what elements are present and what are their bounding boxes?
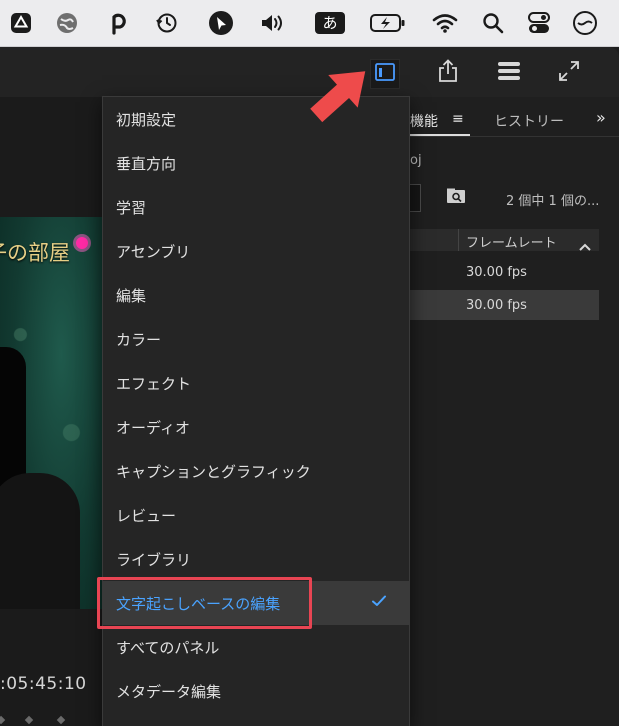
- item-count: 2 個中 1 個の...: [506, 194, 600, 209]
- menu-item-label: 学習: [116, 199, 147, 217]
- menu-item-color[interactable]: カラー: [103, 317, 409, 361]
- tab-menu-icon[interactable]: ≡: [452, 111, 464, 127]
- column-header-row: フレームレート: [408, 229, 599, 251]
- checkmark-icon: [371, 593, 387, 609]
- menu-item-label: キャプションとグラフィック: [116, 463, 311, 481]
- video-title-text: 子の部屋: [0, 241, 70, 265]
- playhead-timecode[interactable]: :05:45:10: [0, 674, 87, 694]
- program-monitor: 子の部屋 :05:45:10: [0, 97, 102, 726]
- menu-item-editing[interactable]: 編集: [103, 273, 409, 317]
- menu-item-label: メタデータ編集: [116, 683, 222, 701]
- menu-item-audio[interactable]: オーディオ: [103, 405, 409, 449]
- frame-rate-cell: 30.00 fps: [466, 298, 527, 313]
- menu-item-review[interactable]: レビュー: [103, 493, 409, 537]
- system-menu-bar: あ: [0, 0, 619, 47]
- panel-overflow-icon[interactable]: »: [596, 108, 606, 127]
- share-export-icon: [437, 59, 459, 87]
- find-icon[interactable]: [446, 188, 466, 208]
- menu-item-effects[interactable]: エフェクト: [103, 361, 409, 405]
- menu-item-label: エフェクト: [116, 375, 192, 393]
- tab-history[interactable]: ヒストリー: [494, 111, 564, 131]
- menu-item-label: 垂直方向: [116, 155, 177, 173]
- battery-charging-icon[interactable]: [370, 8, 406, 38]
- menu-item-assembly[interactable]: アセンブリ: [103, 229, 409, 273]
- menu-item-vertical[interactable]: 垂直方向: [103, 141, 409, 185]
- p-app-icon[interactable]: [104, 8, 134, 38]
- menu-item-learning[interactable]: 学習: [103, 185, 409, 229]
- menu-item-label: すべてのパネル: [116, 639, 220, 657]
- globe-icon[interactable]: [52, 8, 82, 38]
- menu-item-default[interactable]: 初期設定: [103, 97, 409, 141]
- menu-item-label: 編集: [116, 287, 147, 305]
- project-name: oj: [410, 153, 422, 168]
- menu-item-label: 初期設定: [116, 111, 177, 129]
- menu-item-label: ライブラリ: [116, 551, 192, 569]
- flower-decoration: [76, 237, 88, 249]
- control-center-icon[interactable]: [524, 8, 554, 38]
- menu-item-captions-graphics[interactable]: キャプションとグラフィック: [103, 449, 409, 493]
- time-machine-icon[interactable]: [152, 8, 182, 38]
- project-panel: 機能 ≡ ヒストリー » oj 2 個中 1 個の... フレームレート 30.…: [408, 97, 619, 726]
- google-drive-icon[interactable]: [6, 8, 36, 38]
- quick-export-icon: [497, 61, 521, 85]
- workspace-menu: 初期設定 垂直方向 学習 アセンブリ 編集 カラー エフェクト オーディオ キャ…: [102, 96, 410, 726]
- table-row[interactable]: 30.00 fps: [408, 257, 599, 287]
- menu-item-libraries[interactable]: ライブラリ: [103, 537, 409, 581]
- menu-item-metadata-editing[interactable]: メタデータ編集: [103, 669, 409, 713]
- menu-item-label: アセンブリ: [116, 243, 191, 261]
- input-method-icon[interactable]: あ: [314, 8, 346, 38]
- menu-item-label: カラー: [116, 331, 162, 349]
- wifi-icon[interactable]: [430, 8, 460, 38]
- input-method-label: あ: [315, 12, 345, 34]
- share-export-button[interactable]: [434, 59, 462, 87]
- workspaces-button[interactable]: [370, 59, 400, 89]
- tab-features[interactable]: 機能: [410, 111, 438, 131]
- menu-item-label: 文字起こしベースの編集: [116, 595, 281, 613]
- frame-rate-cell: 30.00 fps: [466, 265, 527, 280]
- fullscreen-icon: [557, 59, 581, 87]
- workspaces-icon: [375, 63, 395, 85]
- quick-export-button[interactable]: [495, 59, 523, 87]
- menu-item-text-based-editing[interactable]: 文字起こしベースの編集: [103, 581, 409, 625]
- menu-item-label: レビュー: [116, 507, 177, 525]
- sort-chevron-up-icon[interactable]: [578, 237, 592, 256]
- account-icon[interactable]: [570, 8, 600, 38]
- app-screen: あ の部屋:05:45:10 機能 ≡ ヒストリー » oj 2 個中 1 個…: [0, 0, 619, 726]
- table-row[interactable]: 30.00 fps: [408, 290, 599, 320]
- video-frame: 子の部屋: [0, 217, 102, 609]
- panel-scrollbar[interactable]: [599, 229, 619, 726]
- column-header-frame-rate[interactable]: フレームレート: [466, 232, 557, 251]
- fullscreen-button[interactable]: [555, 59, 583, 87]
- menu-item-label: オーディオ: [116, 419, 190, 437]
- app-toolbar: [0, 47, 619, 97]
- cursor-app-icon[interactable]: [206, 8, 236, 38]
- volume-icon[interactable]: [258, 8, 288, 38]
- menu-item-all-panels[interactable]: すべてのパネル: [103, 625, 409, 669]
- spotlight-search-icon[interactable]: [478, 8, 508, 38]
